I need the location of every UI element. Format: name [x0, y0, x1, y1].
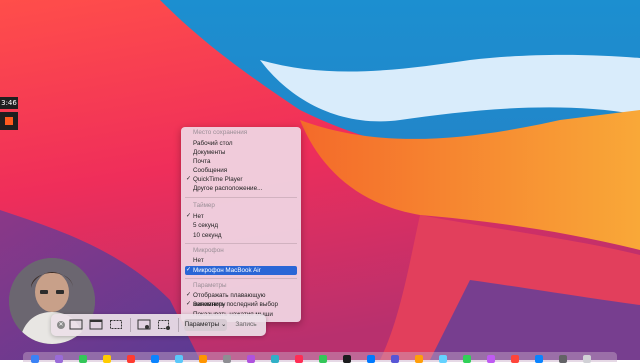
dock-app-icon[interactable] — [271, 355, 279, 363]
menu-item-label: Нет — [193, 257, 204, 264]
menu-section-title: Таймер — [193, 202, 215, 209]
wallpaper-graphic — [0, 0, 640, 360]
dock — [23, 352, 617, 363]
dock-app-icon[interactable] — [415, 355, 423, 363]
menu-item-label: QuickTime Player — [193, 176, 243, 183]
menu-item-label: Другое расположение... — [193, 185, 263, 192]
capture-selection-icon[interactable] — [109, 319, 123, 331]
options-menu: Место сохранения Рабочий стол Документы … — [181, 127, 301, 322]
menu-section-title: Параметры — [193, 282, 227, 289]
options-label: Параметры — [184, 321, 220, 328]
menu-separator — [185, 278, 297, 279]
record-selection-icon[interactable] — [157, 319, 171, 331]
screenshot-toolbar: ✕ Параметры ⌄ Запись — [51, 314, 266, 336]
record-entire-screen-icon[interactable] — [137, 319, 151, 331]
menu-item-floating-thumbnail[interactable]: ✓ Отображать плавающую миниатюру — [185, 291, 297, 308]
menu-item-timer-5[interactable]: 5 секунд — [185, 221, 297, 230]
dock-app-icon[interactable] — [31, 355, 39, 363]
stop-icon — [5, 117, 13, 125]
menu-item-timer-10[interactable]: 10 секунд — [185, 231, 297, 240]
menu-item-label: 5 секунд — [193, 222, 219, 229]
dock-app-icon[interactable] — [175, 355, 183, 363]
toolbar-divider — [130, 318, 131, 332]
desktop-wallpaper — [0, 0, 640, 360]
checkmark-icon: ✓ — [186, 267, 192, 273]
capture-window-icon[interactable] — [89, 319, 103, 331]
dock-app-icon[interactable] — [391, 355, 399, 363]
trash-icon[interactable] — [583, 355, 591, 363]
recording-timer: 3:46 — [0, 97, 18, 109]
dock-app-icon[interactable] — [295, 355, 303, 363]
checkmark-icon: ✓ — [186, 176, 192, 182]
dock-app-icon[interactable] — [535, 355, 543, 363]
dock-app-icon[interactable] — [559, 355, 567, 363]
menu-item-mic-macbook[interactable]: ✓ Микрофон MacBook Air — [185, 266, 297, 275]
dock-app-icon[interactable] — [367, 355, 375, 363]
checkmark-icon: ✓ — [186, 213, 192, 219]
menu-item-label: Запомнить последний выбор — [193, 301, 278, 308]
menu-item-timer-none[interactable]: ✓ Нет — [185, 212, 297, 221]
menu-item-label: Документы — [193, 149, 226, 156]
menu-item-label: Сообщения — [193, 167, 228, 174]
dock-app-icon[interactable] — [439, 355, 447, 363]
dock-app-icon[interactable] — [223, 355, 231, 363]
checkmark-icon: ✓ — [186, 292, 192, 298]
stop-recording-button[interactable] — [0, 112, 18, 130]
menu-section-title: Место сохранения — [193, 129, 248, 136]
capture-entire-screen-icon[interactable] — [69, 319, 83, 331]
menu-item-label: Нет — [193, 213, 204, 220]
record-button[interactable]: Запись — [231, 319, 261, 331]
chevron-down-icon: ⌄ — [221, 321, 227, 328]
menu-item-label: 10 секунд — [193, 232, 222, 239]
dock-app-icon[interactable] — [127, 355, 135, 363]
dock-app-icon[interactable] — [343, 355, 351, 363]
menu-section-title: Микрофон — [193, 247, 224, 254]
menu-item-mic-none[interactable]: Нет — [185, 256, 297, 265]
dock-app-icon[interactable] — [463, 355, 471, 363]
close-icon[interactable]: ✕ — [57, 321, 65, 329]
dock-app-icon[interactable] — [199, 355, 207, 363]
dock-app-icon[interactable] — [151, 355, 159, 363]
toolbar-divider — [178, 318, 179, 332]
dock-app-icon[interactable] — [103, 355, 111, 363]
menu-item-label: Рабочий стол — [193, 140, 233, 147]
menu-separator — [185, 243, 297, 244]
menu-item-label: Почта — [193, 158, 211, 165]
dock-app-icon[interactable] — [319, 355, 327, 363]
menu-item-documents[interactable]: Документы — [185, 148, 297, 157]
dock-app-icon[interactable] — [55, 355, 63, 363]
menu-item-messages[interactable]: Сообщения — [185, 166, 297, 175]
checkmark-icon: ✓ — [186, 301, 192, 307]
menu-item-label: Микрофон MacBook Air — [193, 267, 261, 274]
dock-app-icon[interactable] — [511, 355, 519, 363]
dock-app-icon[interactable] — [487, 355, 495, 363]
menu-item-remember-choice[interactable]: ✓ Запомнить последний выбор — [185, 300, 297, 309]
menu-item-desktop[interactable]: Рабочий стол — [185, 139, 297, 148]
menu-item-mail[interactable]: Почта — [185, 157, 297, 166]
dock-app-icon[interactable] — [79, 355, 87, 363]
menu-item-other-location[interactable]: Другое расположение... — [185, 184, 297, 193]
menu-item-quicktime[interactable]: ✓ QuickTime Player — [185, 175, 297, 184]
options-button[interactable]: Параметры ⌄ — [184, 319, 227, 331]
dock-app-icon[interactable] — [247, 355, 255, 363]
menu-separator — [185, 197, 297, 198]
